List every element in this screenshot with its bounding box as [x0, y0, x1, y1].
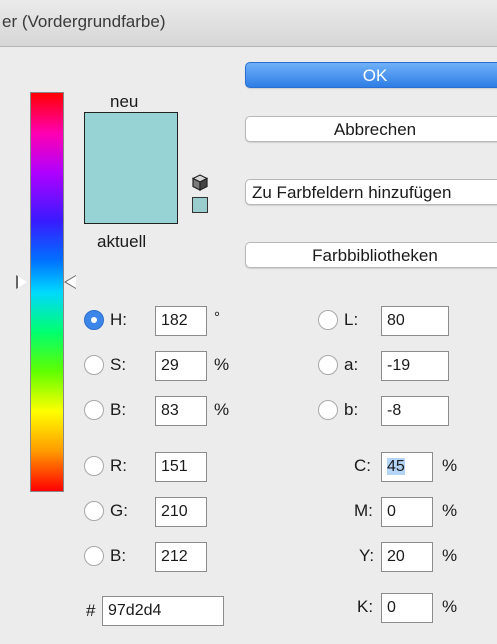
cyan-unit: %: [442, 456, 458, 475]
hex-label: #: [86, 601, 96, 620]
window-titlebar: er (Vordergrundfarbe): [0, 0, 497, 47]
lightness-label: L:: [344, 310, 359, 329]
yellow-label: Y:: [359, 546, 375, 565]
hex-input[interactable]: 97d2d4: [102, 596, 224, 626]
hue-slider[interactable]: [30, 92, 64, 492]
red-label: R:: [110, 456, 127, 475]
b-channel-radio[interactable]: [318, 400, 338, 420]
brightness-input[interactable]: 83: [155, 396, 207, 426]
black-label: K:: [357, 597, 374, 616]
add-to-swatches-button[interactable]: Zu Farbfeldern hinzufügen: [245, 179, 497, 205]
black-input[interactable]: 0: [381, 593, 433, 623]
saturation-label: S:: [110, 355, 127, 374]
color-libraries-button[interactable]: Farbbibliotheken: [245, 242, 497, 268]
hue-slider-handle-right[interactable]: [66, 276, 76, 288]
blue-label: B:: [110, 546, 127, 565]
cyan-value-selected: 45: [387, 458, 405, 475]
ok-button[interactable]: OK: [245, 62, 497, 88]
a-channel-input[interactable]: -19: [381, 351, 449, 381]
new-color-label: neu: [110, 92, 139, 111]
a-channel-radio[interactable]: [318, 355, 338, 375]
cancel-button[interactable]: Abbrechen: [245, 116, 497, 142]
hue-unit: °: [214, 309, 220, 326]
lightness-input[interactable]: 80: [381, 306, 449, 336]
magenta-input[interactable]: 0: [381, 497, 433, 527]
brightness-radio[interactable]: [84, 400, 104, 420]
brightness-label: B:: [110, 400, 127, 419]
hue-radio[interactable]: [84, 310, 104, 330]
new-color-swatch: [84, 112, 178, 224]
cyan-label: C:: [354, 456, 371, 475]
green-input[interactable]: 210: [155, 497, 207, 527]
magenta-unit: %: [442, 501, 458, 520]
cube-icon[interactable]: [192, 174, 208, 191]
hue-slider-handle-left[interactable]: [18, 276, 28, 288]
green-label: G:: [110, 501, 128, 520]
hue-input[interactable]: 182: [155, 306, 207, 336]
current-color-label: aktuell: [97, 232, 147, 251]
brightness-unit: %: [214, 400, 230, 419]
window-title: er (Vordergrundfarbe): [2, 12, 166, 31]
green-radio[interactable]: [84, 501, 104, 521]
hue-label: H:: [110, 310, 127, 329]
a-channel-label: a:: [344, 355, 359, 374]
blue-radio[interactable]: [84, 546, 104, 566]
magenta-label: M:: [354, 501, 373, 520]
saturation-input[interactable]: 29: [155, 351, 207, 381]
blue-input[interactable]: 212: [155, 542, 207, 572]
saturation-radio[interactable]: [84, 355, 104, 375]
red-input[interactable]: 151: [155, 452, 207, 482]
b-channel-input[interactable]: -8: [381, 396, 449, 426]
black-unit: %: [442, 597, 458, 616]
yellow-unit: %: [442, 546, 458, 565]
cyan-input[interactable]: 45: [381, 452, 433, 482]
yellow-input[interactable]: 20: [381, 542, 433, 572]
websafe-swatch[interactable]: [192, 197, 208, 213]
lightness-radio[interactable]: [318, 310, 338, 330]
b-channel-label: b:: [344, 400, 359, 419]
red-radio[interactable]: [84, 456, 104, 476]
saturation-unit: %: [214, 355, 230, 374]
